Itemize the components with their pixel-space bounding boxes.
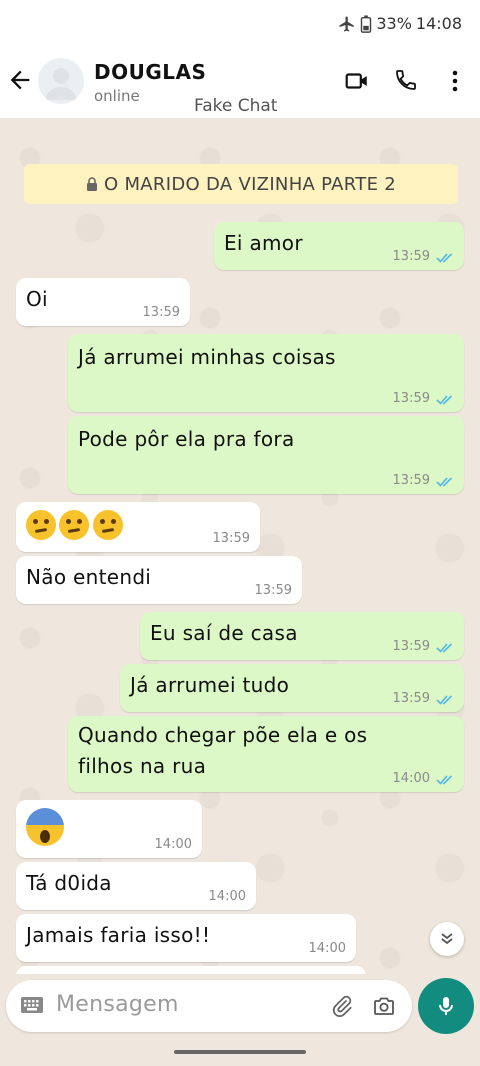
status-bar: 33% 14:08 — [0, 0, 480, 50]
read-ticks-icon — [436, 695, 453, 705]
scroll-to-bottom-button[interactable] — [430, 922, 464, 956]
chat-header: DOUGLAS online Fake Chat — [0, 50, 480, 118]
message-time: 13:59 — [392, 639, 430, 654]
message-incoming[interactable]: Não entendi 13:59 — [16, 556, 302, 604]
home-indicator[interactable] — [174, 1050, 306, 1054]
thinking-face-emoji-icon — [26, 510, 56, 540]
message-text: Não entendi — [26, 565, 152, 589]
message-incoming[interactable]: 13:59 — [16, 502, 260, 552]
message-time: 14:00 — [392, 771, 430, 786]
default-avatar-icon — [45, 68, 77, 100]
thinking-face-emoji-icon — [59, 510, 90, 540]
thinking-face-emoji-icon — [92, 510, 123, 540]
airplane-mode-icon — [339, 16, 355, 31]
double-chevron-down-icon — [441, 933, 453, 945]
message-text-line: Quando chegar põe ela e os — [78, 723, 368, 747]
encryption-banner: O MARIDO DA VIZINHA PARTE 2 — [24, 164, 458, 204]
message-text: Eu saí de casa — [150, 621, 298, 645]
battery-percent: 33% — [376, 14, 412, 33]
phone-call-icon[interactable] — [394, 68, 418, 92]
message-outgoing[interactable]: Ei amor 13:59 — [214, 222, 464, 270]
message-time: 13:59 — [212, 531, 250, 546]
message-input-container[interactable]: Mensagem — [6, 980, 412, 1032]
battery-icon — [361, 14, 372, 33]
contact-name[interactable]: DOUGLAS — [94, 60, 206, 84]
message-incoming[interactable]: Jamais faria isso!! 14:00 — [16, 914, 356, 962]
video-call-icon[interactable] — [344, 68, 370, 94]
message-incoming[interactable]: Oi 13:59 — [16, 278, 190, 326]
message-input[interactable]: Mensagem — [56, 992, 179, 1017]
message-outgoing[interactable]: Eu saí de casa 13:59 — [140, 612, 464, 660]
message-incoming-partial[interactable] — [16, 966, 366, 974]
message-outgoing[interactable]: Já arrumei minhas coisas 13:59 — [68, 334, 464, 412]
emoji-row — [26, 808, 64, 846]
keyboard-icon[interactable] — [20, 996, 44, 1014]
camera-icon[interactable] — [372, 994, 396, 1018]
more-options-icon[interactable] — [444, 68, 466, 94]
screaming-face-emoji-icon — [26, 808, 64, 846]
message-text: Já arrumei minhas coisas — [78, 345, 336, 369]
message-time: 13:59 — [392, 473, 430, 488]
message-text: Jamais faria isso!! — [26, 923, 211, 947]
avatar[interactable] — [38, 58, 84, 104]
message-time: 14:00 — [154, 837, 192, 852]
message-time: 13:59 — [392, 691, 430, 706]
attach-clip-icon[interactable] — [330, 994, 354, 1018]
microphone-icon — [439, 997, 453, 1015]
contact-status: online — [94, 87, 140, 105]
read-ticks-icon — [436, 253, 453, 263]
message-outgoing[interactable]: Quando chegar põe ela e os filhos na rua … — [68, 716, 464, 792]
message-text: Quando chegar põe ela e os filhos na rua — [78, 720, 367, 782]
watermark: Fake Chat — [194, 96, 278, 116]
message-outgoing[interactable]: Já arrumei tudo 13:59 — [120, 664, 464, 712]
message-text: Tá d0ida — [26, 871, 112, 895]
lock-icon — [86, 177, 97, 191]
message-text-line: filhos na rua — [78, 754, 207, 778]
message-text: Pode pôr ela pra fora — [78, 427, 295, 451]
voice-record-button[interactable] — [418, 978, 474, 1034]
message-time: 13:59 — [254, 583, 292, 598]
read-ticks-icon — [436, 395, 453, 405]
message-text: Já arrumei tudo — [130, 673, 290, 697]
read-ticks-icon — [436, 775, 453, 785]
message-text: Ei amor — [224, 231, 303, 255]
chat-area[interactable]: O MARIDO DA VIZINHA PARTE 2 Ei amor 13:5… — [0, 118, 480, 974]
read-ticks-icon — [436, 643, 453, 653]
clock: 14:08 — [415, 14, 462, 33]
message-incoming[interactable]: Tá d0ida 14:00 — [16, 862, 256, 910]
message-incoming[interactable]: 14:00 — [16, 800, 202, 858]
message-time: 13:59 — [142, 305, 180, 320]
back-arrow-icon[interactable] — [6, 66, 34, 94]
message-time: 14:00 — [308, 941, 346, 956]
read-ticks-icon — [436, 477, 453, 487]
message-text: Oi — [26, 287, 48, 311]
message-time: 13:59 — [392, 249, 430, 264]
message-time: 13:59 — [392, 391, 430, 406]
message-time: 14:00 — [208, 889, 246, 904]
composer-bar: Mensagem — [0, 974, 480, 1066]
message-outgoing[interactable]: Pode pôr ela pra fora 13:59 — [68, 416, 464, 494]
emoji-row — [26, 510, 126, 540]
banner-text: O MARIDO DA VIZINHA PARTE 2 — [103, 173, 397, 195]
